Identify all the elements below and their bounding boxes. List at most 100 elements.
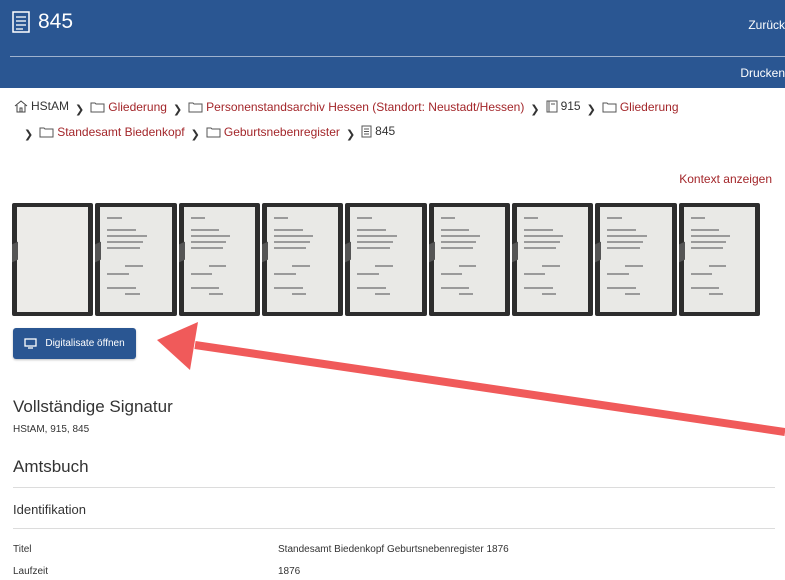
thumbnail-3[interactable] [178,203,260,316]
text-line [458,293,473,295]
text-line [440,247,473,249]
text-line [107,247,140,249]
breadcrumb-item-gliederung[interactable]: Gliederung [90,97,167,118]
thumbnail-page [266,207,339,312]
text-line [375,265,394,267]
breadcrumb-item-915[interactable]: 915 [546,96,581,117]
text-line [125,265,144,267]
text-line [440,241,477,243]
text-line [690,273,713,275]
text-line [524,235,564,237]
back-link[interactable]: Zurück [748,18,785,32]
text-line [357,247,390,249]
thumbnail-2[interactable] [95,203,177,316]
text-line [690,247,723,249]
text-line [274,235,314,237]
text-line [607,217,622,219]
text-line [357,241,394,243]
thumbnail-4[interactable] [261,203,344,316]
chevron-right-icon: ❯ [75,104,85,116]
text-line [357,273,379,275]
text-line [274,287,303,289]
folder-icon [39,127,54,138]
text-line [107,273,129,275]
text-line [107,241,144,243]
divider [13,528,775,529]
text-line [524,273,546,275]
thumbnail-page [100,207,172,312]
duration-label: Laufzeit [13,566,49,577]
chevron-right-icon: ❯ [530,104,540,116]
binding-clip [345,241,352,263]
breadcrumb-label[interactable]: Geburtsnebenregister [224,122,340,143]
thumbnail-6[interactable] [428,203,510,316]
text-line [458,265,477,267]
thumbnail-5[interactable] [345,203,427,316]
thumbnail-8[interactable] [595,203,677,316]
text-line [357,229,386,231]
document-icon [12,11,30,33]
breadcrumb-item-hstam[interactable]: HStAM [14,96,69,117]
breadcrumb-item-current: 845 [361,121,395,142]
text-line [190,235,230,237]
chevron-right-icon: ❯ [24,129,34,141]
text-line [708,265,727,267]
book-icon [546,100,558,113]
title-label: Titel [13,544,32,555]
thumbnail-strip [12,203,760,316]
folder-icon [602,102,617,113]
thumbnail-page [350,207,422,312]
breadcrumb-label[interactable]: 915 [561,96,581,117]
text-line [524,241,560,243]
binding-clip [178,241,185,263]
text-line [274,217,289,219]
breadcrumb-item-personenstandsarchiv[interactable]: Personenstandsarchiv Hessen (Standort: N… [188,97,524,118]
folder-icon [188,102,203,113]
print-link[interactable]: Drucken [740,66,785,80]
signature-value: HStAM, 915, 845 [13,424,90,435]
breadcrumb-item-standesamt[interactable]: Standesamt Biedenkopf [39,122,185,143]
context-link[interactable]: Kontext anzeigen [679,172,772,186]
thumbnail-page [17,207,89,312]
breadcrumb-label[interactable]: Standesamt Biedenkopf [57,122,184,143]
text-line [524,247,557,249]
text-line [190,241,227,243]
text-line [708,293,723,295]
breadcrumb-label[interactable]: Personenstandsarchiv Hessen (Standort: N… [206,97,524,118]
text-line [440,273,463,275]
text-line [375,293,390,295]
folder-icon [90,102,105,113]
binding-clip [428,241,435,263]
breadcrumb-item-gliederung-2[interactable]: Gliederung [602,97,679,118]
breadcrumb-label: 845 [375,124,396,138]
text-line [274,273,296,275]
open-digitized-button[interactable]: Digitalisate öffnen [13,328,136,359]
thumbnail-1[interactable] [12,203,94,316]
breadcrumb-label[interactable]: Gliederung [108,97,167,118]
thumbnail-9[interactable] [678,203,760,316]
text-line [524,229,553,231]
thumbnail-page [516,207,589,312]
text-line [190,217,206,219]
chevron-right-icon: ❯ [190,129,200,141]
text-line [190,247,223,249]
text-line [607,273,629,275]
text-line [107,287,136,289]
breadcrumb-label[interactable]: HStAM [31,96,69,117]
text-line [524,217,539,219]
chevron-right-icon: ❯ [345,129,356,141]
breadcrumb-item-geburtsnebenregister[interactable]: Geburtsnebenregister [206,122,340,143]
title-row: 845 [12,10,73,34]
binding-clip [511,241,518,263]
folder-icon [206,127,221,138]
text-line [690,229,720,231]
thumbnail-page [433,207,505,312]
document-icon [361,125,372,138]
text-line [357,287,386,289]
thumbnail-7[interactable] [511,203,594,316]
thumbnail-page [683,207,755,312]
page-title: 845 [38,10,74,33]
text-line [607,241,644,243]
breadcrumb-label[interactable]: Gliederung [620,97,679,118]
text-line [607,235,647,237]
